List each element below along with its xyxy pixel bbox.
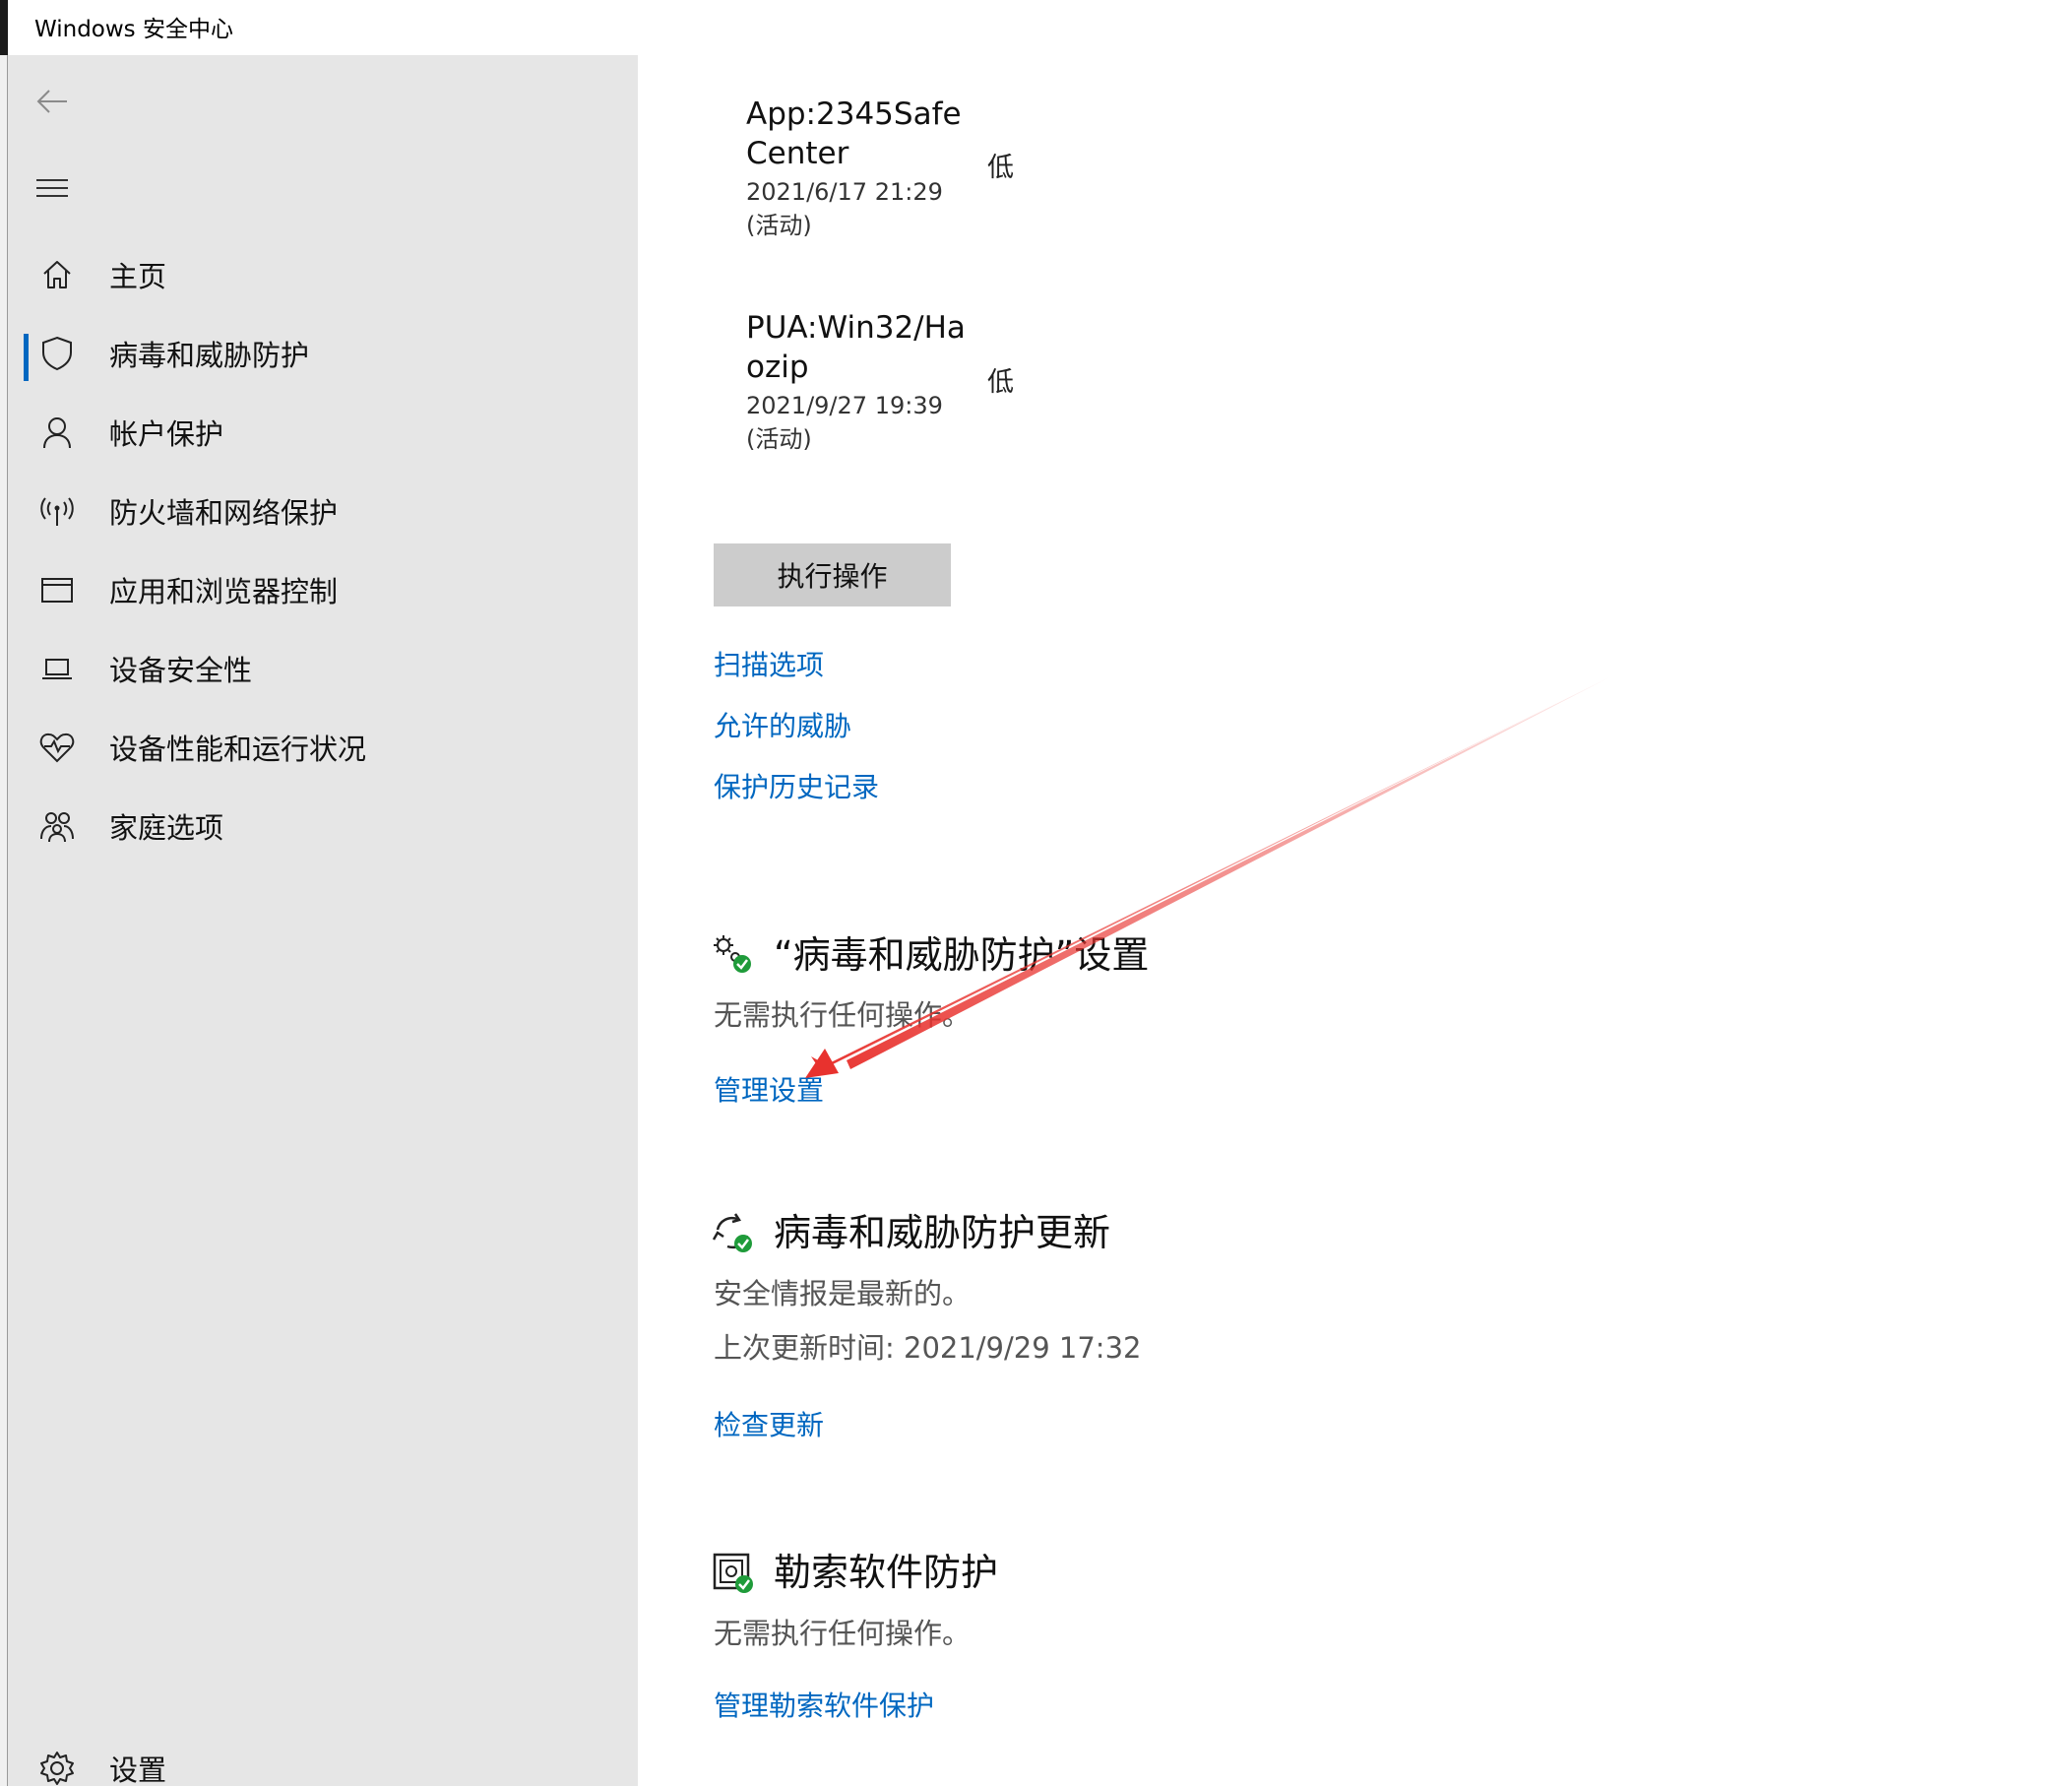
hamburger-icon: [36, 179, 68, 197]
threat-item[interactable]: App:2345SafeCenter 2021/6/17 21:29 (活动): [746, 95, 1061, 242]
sidebar-item-label: 主页: [109, 260, 167, 293]
updates-status-text: 安全情报是最新的。: [714, 1277, 972, 1310]
allowed-threats-link[interactable]: 允许的威胁: [714, 705, 851, 744]
sidebar-item-firewall[interactable]: 防火墙和网络保护: [16, 472, 638, 550]
sidebar-item-label: 帐户保护: [109, 417, 224, 451]
threat-date: 2021/9/27 19:39: [746, 392, 943, 419]
sidebar-item-account-protection[interactable]: 帐户保护: [16, 393, 638, 472]
threat-status: (活动): [746, 212, 812, 239]
sidebar-item-home[interactable]: 主页: [16, 235, 638, 314]
left-edge-dark-block: [0, 0, 8, 55]
threat-item[interactable]: PUA:Win32/Haozip 2021/9/27 19:39 (活动): [746, 308, 1061, 456]
threat-name: App:2345SafeCenter: [746, 96, 962, 171]
execute-action-button[interactable]: 执行操作: [714, 543, 951, 606]
sidebar-item-label: 设置: [109, 1754, 167, 1786]
virus-protection-updates-title: 病毒和威胁防护更新: [774, 1211, 1111, 1254]
sidebar-item-label: 设备性能和运行状况: [109, 733, 367, 766]
threat-date: 2021/6/17 21:29: [746, 178, 943, 206]
ransomware-description: 无需执行任何操作。: [714, 1617, 972, 1650]
browser-window-icon: [39, 572, 75, 607]
security-center-window: Windows 安全中心 主页 病毒和威胁防护 帐户保护 防火墙和网络保护 应用…: [0, 0, 2072, 1786]
check-updates-link[interactable]: 检查更新: [714, 1404, 824, 1443]
sidebar-item-family-options[interactable]: 家庭选项: [16, 787, 638, 865]
ransomware-protection-icon: [713, 1553, 753, 1593]
protection-history-link[interactable]: 保护历史记录: [714, 766, 879, 805]
threat-level: 低: [987, 367, 1014, 398]
sidebar-item-label: 设备安全性: [109, 654, 253, 687]
hamburger-menu-button[interactable]: [28, 163, 77, 213]
shield-icon: [39, 336, 75, 371]
sidebar-item-settings[interactable]: 设置: [16, 1729, 638, 1786]
back-button[interactable]: [28, 77, 77, 126]
threat-status: (活动): [746, 425, 812, 453]
back-arrow-icon: [36, 90, 67, 113]
window-left-edge: [0, 0, 8, 1786]
home-icon: [39, 257, 75, 292]
sidebar-item-virus-protection[interactable]: 病毒和威胁防护: [16, 314, 638, 393]
sidebar-item-app-browser-control[interactable]: 应用和浏览器控制: [16, 550, 638, 629]
family-icon: [39, 808, 75, 844]
manage-ransomware-link[interactable]: 管理勒索软件保护: [714, 1685, 934, 1724]
virus-protection-settings-title: “病毒和威胁防护”设置: [774, 933, 1150, 977]
threat-level: 低: [987, 153, 1014, 183]
sidebar-item-label: 病毒和威胁防护: [109, 339, 310, 372]
threat-name: PUA:Win32/Haozip: [746, 310, 966, 385]
person-icon: [39, 415, 75, 450]
laptop-icon: [39, 651, 75, 686]
sidebar-item-label: 应用和浏览器控制: [109, 575, 339, 608]
settings-gears-check-icon: [714, 935, 751, 973]
title-bar: Windows 安全中心: [8, 0, 2072, 55]
gear-icon: [39, 1751, 75, 1786]
ransomware-protection-title: 勒索软件防护: [774, 1551, 999, 1594]
manage-settings-link[interactable]: 管理设置: [714, 1069, 824, 1109]
update-sync-check-icon: [712, 1213, 752, 1252]
main-content: App:2345SafeCenter 2021/6/17 21:29 (活动) …: [638, 55, 2072, 1786]
heart-pulse-icon: [39, 730, 75, 765]
sidebar-item-label: 防火墙和网络保护: [109, 496, 339, 530]
window-title: Windows 安全中心: [34, 17, 233, 42]
sidebar: 主页 病毒和威胁防护 帐户保护 防火墙和网络保护 应用和浏览器控制 设备安全性 …: [8, 55, 638, 1786]
sidebar-item-device-security[interactable]: 设备安全性: [16, 629, 638, 708]
sidebar-item-label: 家庭选项: [109, 811, 224, 845]
virus-settings-description: 无需执行任何操作。: [714, 998, 972, 1032]
antenna-icon: [39, 493, 75, 529]
sidebar-item-device-performance[interactable]: 设备性能和运行状况: [16, 708, 638, 787]
last-update-time: 上次更新时间: 2021/9/29 17:32: [714, 1331, 1142, 1365]
scan-options-link[interactable]: 扫描选项: [714, 644, 824, 683]
